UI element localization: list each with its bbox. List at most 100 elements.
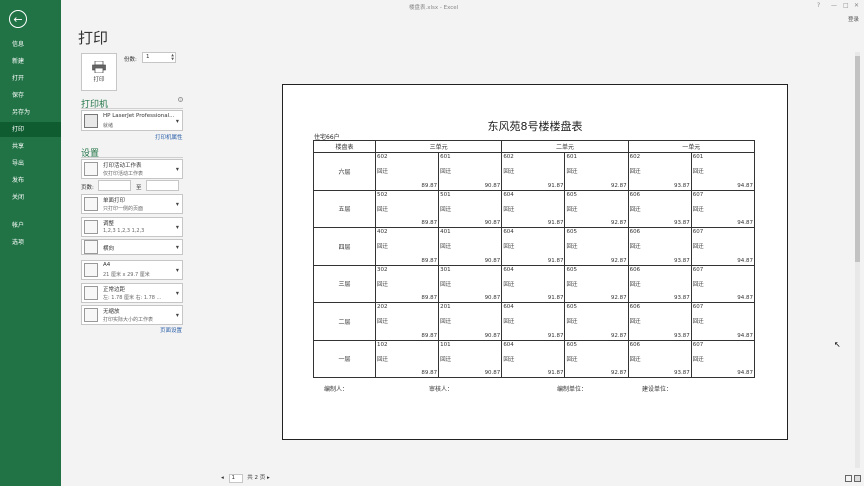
- zoom-page-icon[interactable]: [854, 475, 861, 482]
- room-status: 回迁: [629, 244, 641, 250]
- current-page-input[interactable]: 1: [228, 474, 243, 483]
- close-icon[interactable]: ✕: [854, 2, 859, 9]
- unit-cell: 601 回迁 92.87: [564, 152, 629, 191]
- minimize-icon[interactable]: —: [831, 2, 837, 9]
- printer-dropdown[interactable]: HP LaserJet Professional... 就绪 ▼: [81, 110, 183, 131]
- spin-down-icon[interactable]: ▼: [171, 57, 174, 61]
- room-area: 89.87: [421, 295, 438, 301]
- room-area: 94.87: [737, 370, 753, 376]
- settings-dropdown[interactable]: 正常边距 左: 1.78 厘米 右: 1.78 ... ▼: [81, 283, 183, 303]
- room-number: 605: [566, 304, 577, 310]
- room-area: 94.87: [737, 182, 753, 189]
- nav-item[interactable]: 发布: [0, 173, 61, 188]
- copies-input[interactable]: 1 ▲ ▼: [142, 52, 176, 63]
- unit-cell: 606 回迁 93.87: [627, 339, 692, 378]
- setting-option-icon: [84, 308, 98, 322]
- printer-icon: [92, 61, 106, 73]
- unit-cell: 602 回迁 89.87: [374, 152, 440, 191]
- settings-dropdown[interactable]: 打印活动工作表 仅打印活动工作表 ▼: [81, 159, 183, 179]
- dropdown-arrow-icon: ▼: [175, 290, 179, 296]
- settings-dropdown[interactable]: 单面打印 只打印一侧的页面 ▼: [81, 194, 183, 214]
- room-area: 92.87: [610, 295, 627, 301]
- room-number: 601: [692, 154, 704, 160]
- unit-cell: 101 回迁 90.87: [438, 339, 503, 378]
- unit-cell: 605 回迁 92.87: [564, 302, 629, 341]
- page-setup-link[interactable]: 页面设置: [160, 326, 182, 334]
- nav-item[interactable]: 共享: [0, 139, 61, 154]
- room-status: 回迁: [566, 206, 578, 213]
- backstage-nav: ← 信息新建打开保存另存为打印共享导出发布关闭帐户选项: [0, 0, 61, 486]
- pages-to-input[interactable]: [146, 180, 179, 191]
- vertical-scrollbar[interactable]: [855, 52, 860, 468]
- floor-label: 四层: [313, 227, 376, 266]
- setting-option-icon: [84, 220, 98, 234]
- divider: [81, 108, 183, 109]
- nav-item[interactable]: 打印: [0, 122, 61, 137]
- pages-from-input[interactable]: [98, 180, 131, 191]
- prev-page-icon[interactable]: ◂: [221, 475, 224, 481]
- table-row: 二层 202 回迁 89.87 201 回迁 90.87 604 回迁 91.87 605 回迁 92.…: [313, 302, 756, 341]
- room-status: 回迁: [377, 206, 389, 213]
- building-table: 楼盘表 三单元 二单元 一单元 六层 602 回迁 89.87 601 回迁 90.87 60…: [313, 140, 756, 378]
- print-button[interactable]: 打印: [81, 53, 117, 91]
- floor-label: 二层: [313, 302, 376, 341]
- help-icon[interactable]: ?: [817, 2, 820, 9]
- nav-item[interactable]: 帐户: [0, 218, 61, 233]
- floor-label: 一层: [313, 339, 376, 378]
- dropdown-arrow-icon: ▼: [175, 244, 179, 250]
- nav-item[interactable]: 另存为: [0, 105, 61, 120]
- setting-secondary-label: 只打印一侧的页面: [103, 206, 144, 212]
- title-bar: 楼盘表.xlsx - Excel ? — □ ✕: [61, 0, 864, 14]
- room-area: 93.87: [674, 295, 690, 301]
- room-status: 回迁: [440, 169, 452, 175]
- nav-item[interactable]: 选项: [0, 235, 61, 250]
- setting-option-icon: [84, 197, 98, 211]
- nav-item[interactable]: 信息: [0, 37, 61, 52]
- table-row: 三层 302 回迁 89.87 301 回迁 90.87 604 回迁 91.87 605 回迁 92.…: [313, 264, 756, 303]
- settings-dropdown[interactable]: 调整 1,2,3 1,2,3 1,2,3 ▼: [81, 217, 183, 237]
- maximize-icon[interactable]: □: [843, 2, 849, 9]
- room-number: 606: [629, 304, 641, 310]
- room-status: 回迁: [629, 319, 641, 325]
- nav-item[interactable]: 关闭: [0, 190, 61, 205]
- unit-cell: 606 回迁 93.87: [627, 227, 692, 266]
- nav-item[interactable]: 打开: [0, 71, 61, 86]
- room-area: 93.87: [674, 370, 690, 376]
- room-area: 91.87: [547, 182, 564, 189]
- nav-item[interactable]: 保存: [0, 88, 61, 103]
- printer-properties-link[interactable]: 打印机属性: [155, 133, 183, 141]
- dropdown-arrow-icon: ▼: [175, 312, 179, 318]
- login-link[interactable]: 登录: [848, 15, 859, 23]
- room-status: 回迁: [566, 281, 578, 288]
- room-area: 89.87: [421, 332, 438, 339]
- unit-cell: 606 回迁 93.87: [627, 189, 692, 228]
- floor-label: 三层: [313, 264, 376, 303]
- room-number: 301: [440, 266, 451, 273]
- settings-dropdown[interactable]: A4 21 厘米 x 29.7 厘米 ▼: [81, 260, 183, 280]
- show-margins-icon[interactable]: [845, 475, 852, 482]
- dropdown-arrow-icon: ▼: [175, 267, 179, 273]
- room-number: 502: [377, 191, 388, 198]
- divider: [81, 157, 183, 158]
- room-area: 92.87: [610, 257, 627, 264]
- info-icon[interactable]: i: [178, 97, 183, 102]
- settings-dropdown[interactable]: 横向 ▼: [81, 239, 183, 255]
- room-number: 501: [440, 191, 451, 198]
- window-title: 楼盘表.xlsx - Excel: [409, 5, 459, 11]
- nav-item[interactable]: 导出: [0, 156, 61, 171]
- setting-primary-label: 横向: [103, 246, 115, 252]
- back-arrow-icon[interactable]: ←: [9, 10, 27, 28]
- setting-primary-label: 调整: [103, 221, 115, 227]
- next-page-icon[interactable]: ▸: [267, 475, 270, 481]
- room-number: 601: [440, 154, 451, 160]
- room-status: 回迁: [503, 169, 515, 175]
- setting-primary-label: 无缩放: [103, 309, 120, 315]
- nav-item[interactable]: 新建: [0, 54, 61, 69]
- room-area: 92.87: [610, 220, 627, 226]
- unit-cell: 607 回迁 94.87: [690, 339, 756, 378]
- room-status: 回迁: [503, 244, 515, 250]
- settings-dropdown[interactable]: 无缩放 打印实际大小的工作表 ▼: [81, 305, 183, 325]
- floor-label: 五层: [313, 189, 376, 228]
- scrollbar-thumb[interactable]: [855, 56, 860, 262]
- room-status: 回迁: [566, 244, 578, 250]
